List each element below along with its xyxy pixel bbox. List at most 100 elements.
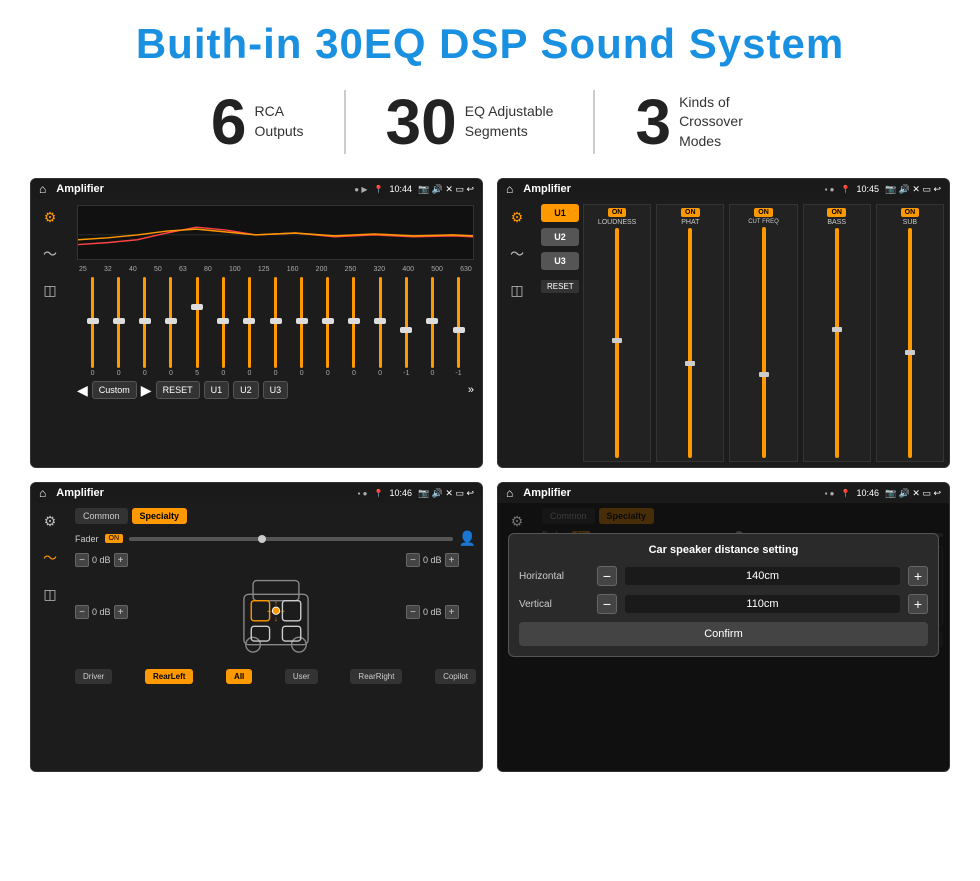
cx-phat-slider[interactable] bbox=[688, 228, 692, 458]
eq-sidebar-icon3[interactable]: ◫ bbox=[43, 282, 56, 299]
sp-right-db1-minus[interactable]: − bbox=[406, 553, 420, 567]
eq-next-button[interactable]: ▶ bbox=[141, 382, 152, 399]
sp-screen-content: ⚙ 〜 ◫ Common Specialty Fader ON bbox=[31, 503, 482, 771]
dist-vertical-label: Vertical bbox=[519, 599, 589, 610]
sp-tab-specialty[interactable]: Specialty bbox=[132, 508, 188, 524]
cx-cutfreq-on[interactable]: ON bbox=[754, 208, 773, 217]
eq-graph bbox=[77, 205, 474, 260]
cx-sub-slider[interactable] bbox=[908, 228, 912, 458]
sp-layout: − 0 dB + − 0 dB + bbox=[75, 553, 476, 663]
dist-horizontal-plus[interactable]: + bbox=[908, 566, 928, 586]
dist-vertical-plus[interactable]: + bbox=[908, 594, 928, 614]
stats-row: 6 RCA Outputs 30 EQ Adjustable Segments … bbox=[30, 90, 950, 154]
sp-left-db1-minus[interactable]: − bbox=[75, 553, 89, 567]
sp-user-button[interactable]: User bbox=[285, 669, 318, 684]
sp-right-db1-plus[interactable]: + bbox=[445, 553, 459, 567]
sp-bottom-buttons: Driver RearLeft All User RearRight Copil… bbox=[75, 669, 476, 684]
cx-sub-on[interactable]: ON bbox=[901, 208, 920, 217]
dist-screen-title: Amplifier bbox=[523, 487, 818, 499]
cx-u3-button[interactable]: U3 bbox=[541, 252, 579, 270]
dist-status-bar: ⌂ Amplifier ▪ ● 📍 10:46 📷 🔊 ✕ ▭ ↩ bbox=[498, 483, 949, 503]
sp-sidebar-icon2[interactable]: 〜 bbox=[43, 548, 57, 568]
cx-screen-title: Amplifier bbox=[523, 183, 818, 195]
sp-driver-button[interactable]: Driver bbox=[75, 669, 112, 684]
sp-all-button[interactable]: All bbox=[226, 669, 252, 684]
eq-slider-10: 0 bbox=[342, 277, 365, 377]
cx-home-icon[interactable]: ⌂ bbox=[506, 182, 513, 196]
cx-status-bar: ⌂ Amplifier ▪ ● 📍 10:45 📷 🔊 ✕ ▭ ↩ bbox=[498, 179, 949, 199]
cx-cutfreq-slider[interactable] bbox=[762, 227, 766, 458]
sp-controls-right: − 0 dB + − 0 dB + bbox=[406, 553, 476, 663]
sp-left-db2-row: − 0 dB + bbox=[75, 605, 145, 619]
sp-home-icon[interactable]: ⌂ bbox=[39, 486, 46, 500]
cx-sidebar-icon2[interactable]: 〜 bbox=[510, 244, 524, 264]
eq-u2-button[interactable]: U2 bbox=[233, 381, 259, 399]
sp-sidebar-icon3[interactable]: ◫ bbox=[43, 586, 56, 603]
svg-text:→: → bbox=[278, 606, 285, 615]
sp-fader-slider[interactable] bbox=[129, 537, 453, 541]
eq-prev-button[interactable]: ◀ bbox=[77, 382, 88, 399]
dist-home-icon[interactable]: ⌂ bbox=[506, 486, 513, 500]
sp-fader-handle[interactable] bbox=[258, 535, 266, 543]
screen-eq: ⌂ Amplifier ● ▶ 📍 10:44 📷 🔊 ✕ ▭ ↩ ⚙ 〜 ◫ bbox=[30, 178, 483, 468]
cx-bass-label: BASS bbox=[827, 219, 846, 226]
stat-rca-text: RCA Outputs bbox=[255, 102, 304, 141]
sp-right-db2-minus[interactable]: − bbox=[406, 605, 420, 619]
eq-slider-11: 0 bbox=[369, 277, 392, 377]
sp-tabs: Common Specialty bbox=[75, 508, 476, 524]
eq-u3-button[interactable]: U3 bbox=[263, 381, 289, 399]
stat-eq-number: 30 bbox=[386, 90, 457, 154]
eq-skip-icon[interactable]: » bbox=[468, 384, 474, 396]
eq-slider-2: 0 bbox=[133, 277, 156, 377]
dist-horizontal-row: Horizontal − 140cm + bbox=[519, 566, 928, 586]
dist-confirm-button[interactable]: Confirm bbox=[519, 622, 928, 646]
cx-u1-button[interactable]: U1 bbox=[541, 204, 579, 222]
sp-rearleft-button[interactable]: RearLeft bbox=[145, 669, 193, 684]
dist-horizontal-label: Horizontal bbox=[519, 571, 589, 582]
home-icon[interactable]: ⌂ bbox=[39, 182, 46, 196]
eq-slider-8: 0 bbox=[290, 277, 313, 377]
sp-sidebar-icon1[interactable]: ⚙ bbox=[44, 513, 57, 530]
cx-phat-on[interactable]: ON bbox=[681, 208, 700, 217]
sp-left-db2-minus[interactable]: − bbox=[75, 605, 89, 619]
sp-copilot-button[interactable]: Copilot bbox=[435, 669, 476, 684]
dist-vertical-minus[interactable]: − bbox=[597, 594, 617, 614]
sp-right-db2-plus[interactable]: + bbox=[445, 605, 459, 619]
sp-fader-on[interactable]: ON bbox=[105, 534, 124, 543]
eq-slider-9: 0 bbox=[316, 277, 339, 377]
dist-time: 10:46 bbox=[856, 488, 879, 498]
eq-reset-button[interactable]: RESET bbox=[156, 381, 200, 399]
cx-sidebar: ⚙ 〜 ◫ bbox=[498, 199, 536, 467]
screen-speaker: ⌂ Amplifier ▪ ● 📍 10:46 📷 🔊 ✕ ▭ ↩ ⚙ 〜 ◫ … bbox=[30, 482, 483, 772]
cx-sidebar-icon3[interactable]: ◫ bbox=[510, 282, 523, 299]
eq-slider-0: 0 bbox=[81, 277, 104, 377]
dist-horizontal-minus[interactable]: − bbox=[597, 566, 617, 586]
eq-status-bar: ⌂ Amplifier ● ▶ 📍 10:44 📷 🔊 ✕ ▭ ↩ bbox=[31, 179, 482, 199]
stat-crossover-text: Kinds of Crossover Modes bbox=[679, 93, 769, 152]
eq-u1-button[interactable]: U1 bbox=[204, 381, 230, 399]
cx-reset-button[interactable]: RESET bbox=[541, 280, 579, 293]
cx-bass-slider[interactable] bbox=[835, 228, 839, 458]
eq-sidebar-icon2[interactable]: 〜 bbox=[43, 244, 57, 264]
cx-loudness-slider[interactable] bbox=[615, 228, 619, 458]
sp-left-db2-plus[interactable]: + bbox=[114, 605, 128, 619]
eq-slider-7: 0 bbox=[264, 277, 287, 377]
cx-cutfreq: ON CUT FREQ bbox=[729, 204, 797, 462]
eq-sidebar-icon1[interactable]: ⚙ bbox=[44, 209, 57, 226]
sp-rearright-button[interactable]: RearRight bbox=[350, 669, 402, 684]
cx-loudness-on[interactable]: ON bbox=[608, 208, 627, 217]
eq-time: 10:44 bbox=[389, 184, 412, 194]
cx-u2-button[interactable]: U2 bbox=[541, 228, 579, 246]
cx-bass-on[interactable]: ON bbox=[827, 208, 846, 217]
eq-custom-button[interactable]: Custom bbox=[92, 381, 137, 399]
sp-right-db1-value: 0 dB bbox=[423, 555, 442, 565]
cx-time: 10:45 bbox=[856, 184, 879, 194]
sp-right-db2-row: − 0 dB + bbox=[406, 605, 476, 619]
sp-left-db1-plus[interactable]: + bbox=[114, 553, 128, 567]
eq-sidebar: ⚙ 〜 ◫ bbox=[31, 199, 69, 467]
cx-sidebar-icon1[interactable]: ⚙ bbox=[511, 209, 524, 226]
eq-slider-4: 5 bbox=[186, 277, 209, 377]
cx-cutfreq-label: CUT FREQ bbox=[748, 219, 779, 225]
sp-tab-common[interactable]: Common bbox=[75, 508, 128, 524]
sp-car-svg: ↑ ↓ ← → bbox=[226, 553, 326, 663]
